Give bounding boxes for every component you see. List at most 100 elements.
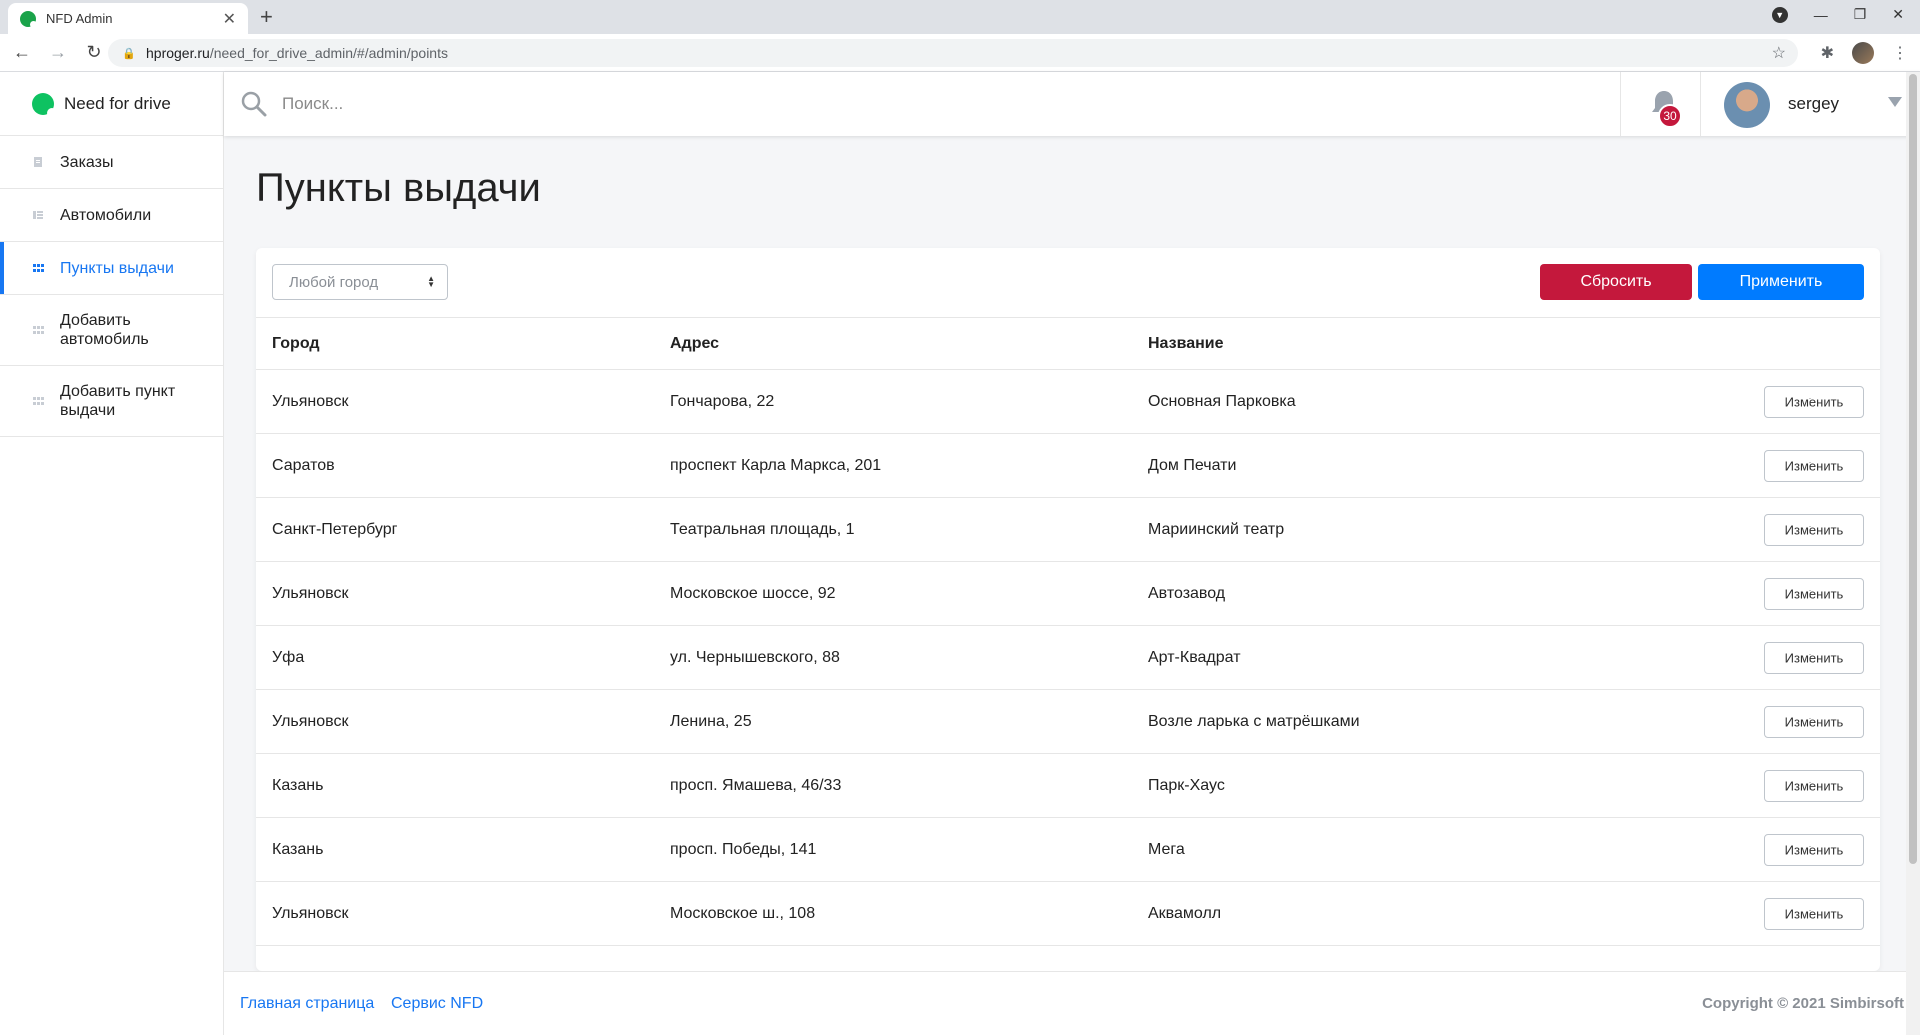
- minimize-button[interactable]: —: [1814, 7, 1828, 23]
- cell-address: Театральная площадь, 1: [670, 520, 855, 538]
- username[interactable]: sergey: [1788, 94, 1839, 114]
- header-divider: [1700, 72, 1701, 136]
- grid-icon: [33, 264, 44, 272]
- sidebar: Need for drive Заказы Автомобили Пункты …: [0, 72, 224, 1035]
- close-tab-icon[interactable]: ✕: [223, 9, 236, 29]
- cell-city: Санкт-Петербург: [272, 520, 398, 538]
- edit-button-label: Изменить: [1784, 842, 1844, 857]
- sidebar-item-label: Автомобили: [60, 206, 152, 224]
- cell-city: Ульяновск: [272, 584, 349, 602]
- page-title: Пункты выдачи: [256, 166, 541, 210]
- copyright: Copyright © 2021 Simbirsoft: [1702, 995, 1904, 1012]
- edit-button[interactable]: ⋮ Изменить: [1764, 641, 1864, 674]
- edit-button-label: Изменить: [1784, 650, 1844, 665]
- browser-tab[interactable]: NFD Admin ✕: [8, 3, 248, 34]
- edit-button-label: Изменить: [1784, 586, 1844, 601]
- cell-name: Мега: [1148, 840, 1185, 858]
- sidebar-item-points[interactable]: Пункты выдачи: [0, 242, 223, 295]
- cell-city: Ульяновск: [272, 712, 349, 730]
- table-row: Ульяновск Московское шоссе, 92 Автозавод ⋮ И…: [256, 562, 1880, 626]
- reload-button[interactable]: ↻: [80, 42, 108, 63]
- edit-button-label: Изменить: [1784, 522, 1844, 537]
- cell-name: Основная Парковка: [1148, 392, 1296, 410]
- toolbar-right: ✱ ⋮: [1821, 42, 1908, 64]
- search-input[interactable]: [282, 89, 882, 119]
- sidebar-item-orders[interactable]: Заказы: [0, 136, 223, 189]
- reset-button[interactable]: Сбросить: [1540, 264, 1692, 300]
- forward-button[interactable]: →: [44, 42, 72, 63]
- city-select[interactable]: Любой город ▲ ▼: [272, 264, 448, 300]
- address-bar[interactable]: 🔒 hproger.ru/need_for_drive_admin/#/admi…: [108, 39, 1798, 67]
- table-row: Уфа ул. Чернышевского, 88 Арт-Квадрат ⋮ Изме…: [256, 626, 1880, 690]
- url-host: hproger.ru: [146, 45, 210, 61]
- document-icon: [34, 157, 42, 167]
- cell-name: Аквамолл: [1148, 904, 1222, 922]
- table-header: Город Адрес Название: [256, 318, 1880, 370]
- table-row: Ульяновск Московское ш., 108 Аквамолл ⋮ Изме…: [256, 882, 1880, 946]
- cell-city: Уфа: [272, 648, 305, 666]
- table-row: Казань просп. Победы, 141 Мега ⋮ Изменить: [256, 818, 1880, 882]
- edit-button[interactable]: ⋮ Изменить: [1764, 897, 1864, 930]
- cell-name: Возле ларька с матрёшками: [1148, 712, 1360, 730]
- close-window-button[interactable]: ✕: [1892, 6, 1904, 23]
- edit-button[interactable]: ⋮ Изменить: [1764, 449, 1864, 482]
- footer: Главная страница Сервис NFD Copyright © …: [224, 971, 1920, 1035]
- browser-toolbar: ← → ↻ 🔒 hproger.ru/need_for_drive_admin/…: [0, 34, 1920, 72]
- chevron-down-icon[interactable]: [1888, 97, 1902, 107]
- table-row: Санкт-Петербург Театральная площадь, 1 Мар…: [256, 498, 1880, 562]
- tab-title: NFD Admin: [46, 11, 113, 26]
- cell-address: проспект Карла Маркса, 201: [670, 456, 882, 474]
- cell-address: Московское ш., 108: [670, 904, 816, 922]
- cell-city: Ульяновск: [272, 392, 349, 410]
- back-button[interactable]: ←: [8, 42, 36, 63]
- user-avatar[interactable]: [1724, 82, 1770, 128]
- edit-button[interactable]: ⋮ Изменить: [1764, 513, 1864, 546]
- logo-icon: [32, 92, 57, 118]
- cell-address: просп. Победы, 141: [670, 840, 817, 858]
- brand-logo[interactable]: Need for drive: [0, 72, 223, 136]
- cell-name: Парк-Хаус: [1148, 776, 1225, 794]
- bookmark-star-icon[interactable]: ☆: [1772, 43, 1786, 63]
- edit-button[interactable]: ⋮ Изменить: [1764, 705, 1864, 738]
- cell-address: Ленина, 25: [670, 712, 752, 730]
- cell-city: Казань: [272, 776, 324, 794]
- cell-name: Дом Печати: [1148, 456, 1237, 474]
- favicon-icon: [20, 10, 37, 28]
- table-row: Ульяновск Ленина, 25 Возле ларька с матрёш…: [256, 690, 1880, 754]
- edit-button[interactable]: ⋮ Изменить: [1764, 769, 1864, 802]
- browser-tabstrip: NFD Admin ✕ + ▼ — ❐ ✕: [0, 0, 1920, 34]
- restore-button[interactable]: ❐: [1854, 6, 1867, 23]
- extensions-icon[interactable]: ✱: [1821, 43, 1834, 63]
- city-select-value: Любой город: [289, 273, 379, 291]
- filter-bar: Любой город ▲ ▼ Сбросить Применить: [256, 248, 1880, 318]
- cell-address: Гончарова, 22: [670, 392, 775, 410]
- table-body: Ульяновск Гончарова, 22 Основная Парковка ⋮…: [256, 370, 1880, 946]
- footer-link-home[interactable]: Главная страница: [240, 995, 374, 1013]
- edit-button[interactable]: ⋮ Изменить: [1764, 833, 1864, 866]
- cell-city: Казань: [272, 840, 324, 858]
- sidebar-item-add-car[interactable]: Добавить автомобиль: [0, 295, 223, 366]
- cell-address: просп. Ямашева, 46/33: [670, 776, 842, 794]
- sidebar-item-add-point[interactable]: Добавить пункт выдачи: [0, 366, 223, 437]
- cell-name: Арт-Квадрат: [1148, 648, 1241, 666]
- url-path: /need_for_drive_admin/#/admin/points: [209, 45, 448, 61]
- page-scrollbar[interactable]: [1906, 72, 1920, 1035]
- search-icon[interactable]: [240, 90, 268, 118]
- footer-link-service[interactable]: Сервис NFD: [391, 995, 483, 1013]
- edit-button-label: Изменить: [1784, 714, 1844, 729]
- new-tab-button[interactable]: +: [260, 4, 273, 30]
- sidebar-item-cars[interactable]: Автомобили: [0, 189, 223, 242]
- apply-button[interactable]: Применить: [1698, 264, 1864, 300]
- scrollbar-thumb[interactable]: [1909, 74, 1917, 864]
- column-header-city: Город: [272, 334, 320, 352]
- window-controls: ▼ — ❐ ✕: [1771, 6, 1904, 23]
- lock-icon[interactable]: 🔒: [122, 47, 136, 60]
- profile-avatar[interactable]: [1852, 42, 1874, 64]
- sidebar-item-label: Добавить пункт выдачи: [60, 383, 176, 419]
- edit-button[interactable]: ⋮ Изменить: [1764, 385, 1864, 418]
- menu-kebab-icon[interactable]: ⋮: [1892, 43, 1908, 63]
- tab-search-icon[interactable]: ▼: [1771, 6, 1788, 23]
- edit-button-label: Изменить: [1784, 394, 1844, 409]
- edit-button-label: Изменить: [1784, 906, 1844, 921]
- edit-button[interactable]: ⋮ Изменить: [1764, 577, 1864, 610]
